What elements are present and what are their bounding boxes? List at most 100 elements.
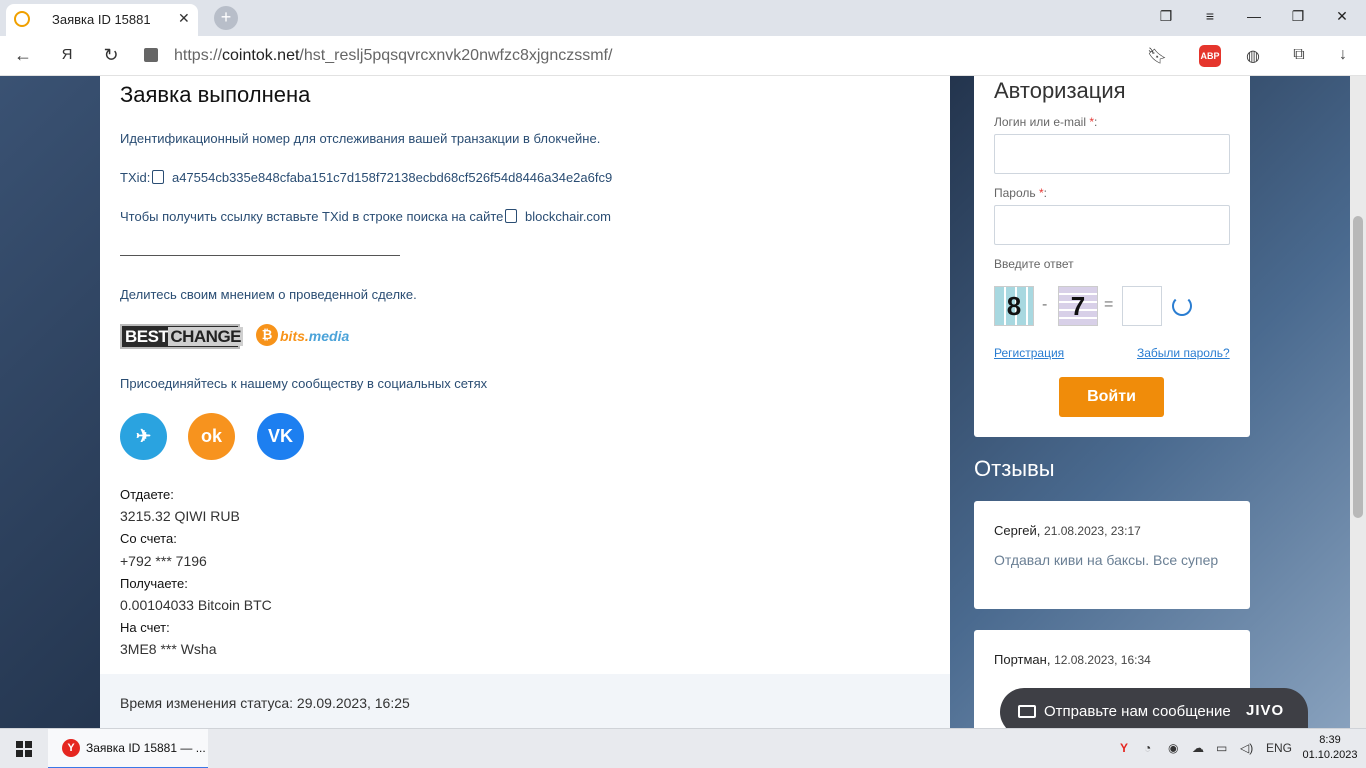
language-indicator[interactable]: ENG xyxy=(1266,741,1292,755)
scrollbar-thumb[interactable] xyxy=(1353,216,1363,518)
mail-icon xyxy=(1018,705,1036,718)
chat-widget[interactable]: Отправьте нам сообщение JIVO xyxy=(1000,688,1308,728)
bookmark-icon[interactable]: 🔖︎ xyxy=(1146,46,1168,66)
yandex-tray-icon[interactable]: Y xyxy=(1120,741,1128,755)
globe-icon[interactable]: ◍ xyxy=(1242,46,1264,66)
windows-start-icon[interactable] xyxy=(16,741,32,757)
colon: : xyxy=(1094,115,1098,129)
yandex-home-icon[interactable]: Я xyxy=(56,46,78,63)
site-favicon-icon xyxy=(14,11,30,27)
address-bar: ← Я ↻ https://cointok.net/hst_reslj5pqsq… xyxy=(0,36,1366,76)
clock-date: 01.10.2023 xyxy=(1302,749,1358,761)
link-hint-row: Чтобы получить ссылку вставьте TXid в ст… xyxy=(120,209,611,224)
give-value: 3215.32 QIWI RUB xyxy=(120,508,240,524)
vpn-tray-icon[interactable]: ◉ xyxy=(1168,741,1178,755)
login-label: Логин или e-mail *: xyxy=(994,115,1097,129)
page-scrollbar[interactable] xyxy=(1350,76,1366,728)
lock-icon[interactable] xyxy=(144,48,158,62)
captcha-answer-input[interactable] xyxy=(1122,286,1162,326)
extensions-icon[interactable]: ⧉ xyxy=(1288,46,1310,64)
reload-icon[interactable]: ↻ xyxy=(100,45,122,66)
auth-card: Авторизация Логин или e-mail *: Пароль *… xyxy=(974,76,1250,437)
telegram-icon[interactable]: ✈ xyxy=(120,413,167,460)
password-label-text: Пароль xyxy=(994,186,1036,200)
taskbar-app-label: Заявка ID 15881 — ... xyxy=(86,741,206,755)
captcha-equals: = xyxy=(1104,296,1114,313)
media-text: media xyxy=(308,328,350,344)
menu-icon[interactable]: ≡ xyxy=(1200,8,1220,24)
captcha-label: Введите ответ xyxy=(994,257,1074,271)
to-label: На счет: xyxy=(120,620,170,635)
new-tab-button[interactable]: + xyxy=(214,6,238,30)
login-button[interactable]: Войти xyxy=(1059,377,1164,417)
minimize-icon[interactable]: — xyxy=(1244,8,1264,24)
reviews-title: Отзывы xyxy=(974,456,1055,481)
order-panel: Заявка выполнена Идентификационный номер… xyxy=(100,76,950,728)
network-tray-icon[interactable]: ◔ xyxy=(1144,741,1151,755)
captcha-digit-a: 8 xyxy=(994,286,1034,326)
txid-intro: Идентификационный номер для отслеживания… xyxy=(120,131,601,146)
display-tray-icon[interactable]: ▭ xyxy=(1216,741,1227,755)
bits-text: bits. xyxy=(280,328,309,344)
taskbar-browser-app[interactable]: Y Заявка ID 15881 — ... xyxy=(48,729,208,768)
receive-value: 0.00104033 Bitcoin BTC xyxy=(120,597,272,613)
yandex-browser-icon: Y xyxy=(62,739,80,757)
login-label-text: Логин или e-mail xyxy=(994,115,1087,129)
refresh-captcha-icon[interactable] xyxy=(1172,296,1192,316)
review-date: 21.08.2023, 23:17 xyxy=(1044,524,1141,538)
copy-icon[interactable] xyxy=(505,209,518,223)
bookmarks-panel-icon[interactable]: ❐ xyxy=(1156,8,1176,25)
captcha-operator: - xyxy=(1042,296,1048,313)
colon: : xyxy=(1043,186,1047,200)
browser-tab[interactable]: Заявка ID 15881 ✕ xyxy=(6,4,198,36)
review-text: Отдавал киви на баксы. Все супер xyxy=(994,552,1219,568)
restore-icon[interactable]: ❐ xyxy=(1288,8,1308,25)
copy-icon[interactable] xyxy=(152,170,165,184)
page-viewport: Заявка выполнена Идентификационный номер… xyxy=(0,76,1366,728)
review-card: Сергей, 21.08.2023, 23:17 Отдавал киви н… xyxy=(974,501,1250,609)
cloud-tray-icon[interactable]: ☁ xyxy=(1192,741,1204,755)
page-title: Заявка выполнена xyxy=(120,82,311,107)
password-label: Пароль *: xyxy=(994,186,1047,200)
url-prefix: https:// xyxy=(174,47,223,64)
receive-label: Получаете: xyxy=(120,576,188,591)
chat-label: Отправьте нам сообщение xyxy=(1044,703,1231,720)
windows-taskbar: Y Заявка ID 15881 — ... Y ◔ ◉ ☁ ▭ ◁) ENG… xyxy=(0,728,1366,768)
from-label: Со счета: xyxy=(120,531,177,546)
url-domain: cointok.net xyxy=(222,47,300,64)
volume-tray-icon[interactable]: ◁) xyxy=(1240,741,1253,755)
txid-label: TXid: xyxy=(120,170,151,185)
close-window-icon[interactable]: ✕ xyxy=(1332,8,1352,25)
register-link[interactable]: Регистрация xyxy=(994,346,1064,360)
download-icon[interactable]: ↓ xyxy=(1332,46,1354,64)
txid-value[interactable]: a47554cb335e848cfaba151c7d158f72138ecbd6… xyxy=(172,170,612,185)
close-tab-icon[interactable]: ✕ xyxy=(178,10,190,27)
forgot-password-link[interactable]: Забыли пароль? xyxy=(1137,346,1230,360)
status-footer: Время изменения статуса: 29.09.2023, 16:… xyxy=(100,674,950,728)
browser-tabbar: Заявка ID 15881 ✕ + ❐ ≡ — ❐ ✕ xyxy=(0,0,1366,36)
bitcoin-icon[interactable]: ₿ xyxy=(256,324,278,346)
to-value: 3ME8 *** Wsha xyxy=(120,641,217,657)
bestchange-change: CHANGE xyxy=(168,327,244,346)
bestchange-logo[interactable]: BEST CHANGE xyxy=(120,324,244,349)
vk-icon[interactable]: VK xyxy=(257,413,304,460)
clock-time: 8:39 xyxy=(1319,734,1341,746)
status-time: Время изменения статуса: 29.09.2023, 16:… xyxy=(120,695,410,711)
back-icon[interactable]: ← xyxy=(12,45,34,66)
auth-title: Авторизация xyxy=(994,78,1126,103)
login-input[interactable] xyxy=(994,134,1230,174)
adblock-icon[interactable]: ABP xyxy=(1199,45,1221,67)
url-field[interactable]: https://cointok.net/hst_reslj5pqsqvrcxnv… xyxy=(174,47,612,65)
password-input[interactable] xyxy=(994,205,1230,245)
community-text: Присоединяйтесь к нашему сообществу в со… xyxy=(120,376,488,391)
jivo-logo: JIVO xyxy=(1246,702,1285,719)
from-value: +792 *** 7196 xyxy=(120,553,207,569)
bestchange-best: BEST xyxy=(125,327,169,346)
odnoklassniki-icon[interactable]: ok xyxy=(188,413,235,460)
divider xyxy=(120,255,400,256)
bitsmedia-logo[interactable]: bits.media xyxy=(280,328,349,344)
review-author: Портман, 12.08.2023, 16:34 xyxy=(994,652,1151,667)
blockchair-link[interactable]: blockchair.com xyxy=(525,209,611,224)
review-date: 12.08.2023, 16:34 xyxy=(1054,653,1151,667)
system-clock[interactable]: 8:39 01.10.2023 xyxy=(1302,733,1358,763)
